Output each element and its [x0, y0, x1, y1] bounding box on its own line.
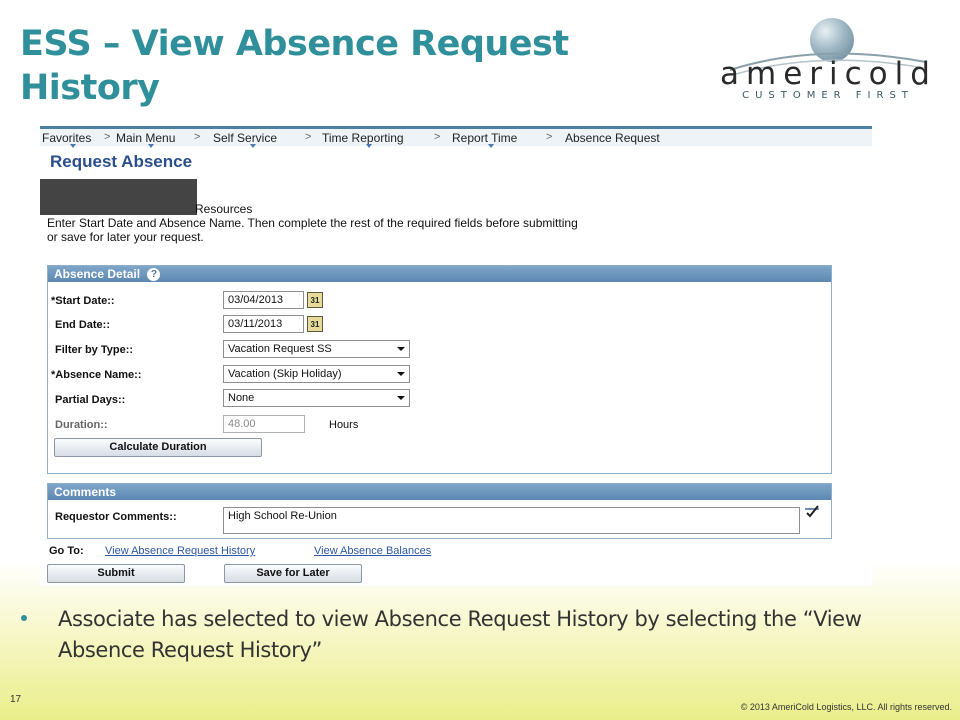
nav-report-time[interactable]: Report Time — [452, 131, 517, 145]
absence-name-select[interactable]: Vacation (Skip Holiday) — [223, 365, 410, 383]
comments-group: Comments Requestor Comments:: High Schoo… — [47, 483, 832, 539]
spell-check-icon[interactable] — [803, 504, 821, 518]
chevron-down-icon — [397, 372, 405, 376]
request-absence-screenshot: Favorites > Main Menu > Self Service > T… — [40, 124, 872, 586]
absence-name-label: *Absence Name:: — [51, 369, 142, 381]
view-absence-request-history-link[interactable]: View Absence Request History — [105, 545, 255, 557]
partial-days-label: Partial Days:: — [55, 394, 126, 406]
nav-separator: > — [434, 131, 441, 143]
goto-label: Go To: — [49, 545, 84, 557]
logo-wordmark: americold — [720, 56, 937, 92]
nav-favorites[interactable]: Favorites — [42, 131, 91, 145]
chevron-down-icon — [397, 396, 405, 400]
calendar-icon[interactable]: 31 — [307, 316, 323, 332]
filter-by-type-value: Vacation Request SS — [228, 343, 332, 355]
filter-by-type-select[interactable]: Vacation Request SS — [223, 340, 410, 358]
breadcrumb: Favorites > Main Menu > Self Service > T… — [40, 126, 872, 148]
absence-detail-title: Absence Detail — [54, 267, 141, 281]
chevron-down-icon — [366, 144, 372, 148]
submit-button[interactable]: Submit — [47, 564, 185, 583]
duration-input: 48.00 — [223, 415, 305, 433]
logo-tagline: CUSTOMER FIRST — [742, 90, 914, 101]
calendar-icon[interactable]: 31 — [307, 292, 323, 308]
instructions-text: Enter Start Date and Absence Name. Then … — [47, 216, 578, 244]
page-title: Request Absence — [50, 152, 193, 171]
resources-text: Resources — [195, 202, 253, 216]
duration-label: Duration:: — [55, 419, 108, 431]
calculate-duration-button[interactable]: Calculate Duration — [54, 438, 262, 457]
comments-header: Comments — [48, 484, 831, 500]
end-date-input[interactable]: 03/11/2013 — [223, 315, 304, 333]
nav-separator: > — [546, 131, 553, 143]
nav-time-reporting[interactable]: Time Reporting — [322, 131, 404, 145]
copyright-notice: © 2013 AmeriCold Logistics, LLC. All rig… — [740, 702, 952, 712]
start-date-input[interactable]: 03/04/2013 — [223, 291, 304, 309]
end-date-label: End Date:: — [55, 319, 110, 331]
nav-separator: > — [194, 131, 201, 143]
chevron-down-icon — [148, 144, 154, 148]
chevron-down-icon — [488, 144, 494, 148]
slide-number: 17 — [10, 694, 22, 705]
partial-days-value: None — [228, 392, 255, 404]
nav-separator: > — [305, 131, 312, 143]
chevron-down-icon — [397, 347, 405, 351]
start-date-label: *Start Date:: — [51, 295, 115, 307]
americold-logo: americold CUSTOMER FIRST — [718, 18, 938, 104]
absence-name-value: Vacation (Skip Holiday) — [228, 368, 342, 380]
save-for-later-button[interactable]: Save for Later — [224, 564, 362, 583]
nav-self-service[interactable]: Self Service — [213, 131, 277, 145]
requestor-comments-label: Requestor Comments:: — [55, 511, 177, 523]
bullet-text: Associate has selected to view Absence R… — [58, 607, 862, 662]
absence-detail-group: Absence Detail ? *Start Date:: 03/04/201… — [47, 265, 832, 474]
absence-detail-header: Absence Detail ? — [48, 266, 831, 282]
partial-days-select[interactable]: None — [223, 389, 410, 407]
slide-title: ESS – View Absence Request History — [20, 24, 569, 108]
chevron-down-icon — [250, 144, 256, 148]
nav-main-menu[interactable]: Main Menu — [116, 131, 175, 145]
redacted-block — [40, 179, 197, 215]
view-absence-balances-link[interactable]: View Absence Balances — [314, 545, 431, 557]
help-icon[interactable]: ? — [147, 268, 161, 281]
duration-unit: Hours — [329, 419, 359, 431]
filter-by-type-label: Filter by Type:: — [55, 344, 134, 356]
chevron-down-icon — [70, 144, 76, 148]
nav-absence-request: Absence Request — [565, 131, 660, 145]
bullet-marker — [21, 615, 27, 621]
requestor-comments-textarea[interactable]: High School Re-Union — [223, 507, 800, 534]
nav-separator: > — [104, 131, 111, 143]
